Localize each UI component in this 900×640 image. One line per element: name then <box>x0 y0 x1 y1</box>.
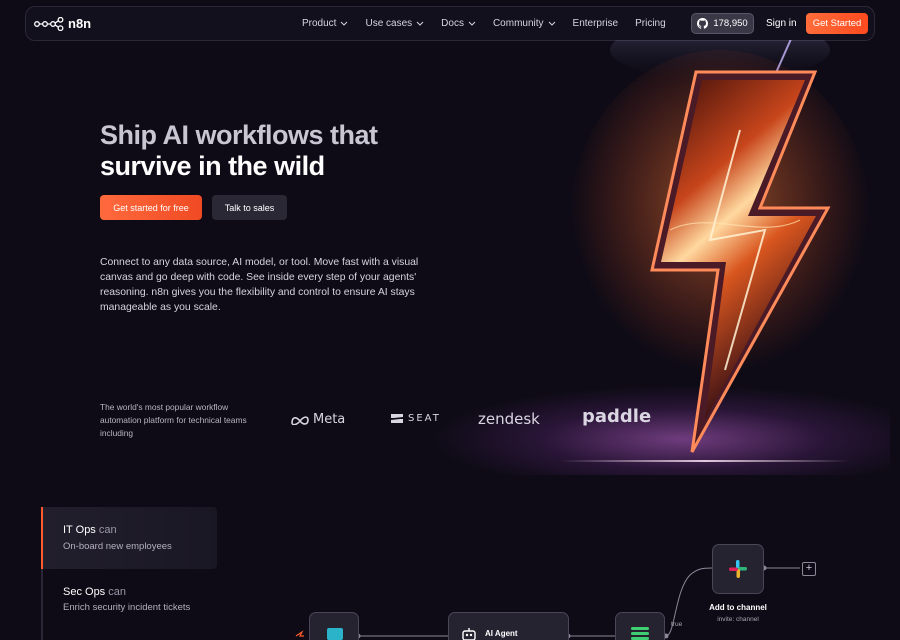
github-icon <box>697 18 709 29</box>
ai-agent-node-label: AI Agent <box>485 629 518 638</box>
add-to-channel-node[interactable] <box>712 544 764 594</box>
menu-item-label: Community <box>492 18 544 29</box>
main-menu: Product Use cases Docs Community Enterpr… <box>302 7 683 40</box>
paddle-logo: paddle <box>582 406 652 427</box>
chevron-down-icon <box>468 21 476 26</box>
sign-in-link[interactable]: Sign in <box>766 18 797 29</box>
slack-icon <box>729 560 747 578</box>
meta-logo: Meta <box>290 412 345 427</box>
menu-item-use-cases[interactable]: Use cases <box>365 18 424 29</box>
chevron-down-icon <box>341 21 348 26</box>
tab-it-ops-title[interactable]: IT Ops can <box>63 524 117 536</box>
robot-icon <box>462 628 476 640</box>
hero-title-line-1: Ship AI workflows that <box>100 120 378 150</box>
menu-item-pricing[interactable]: Pricing <box>635 18 666 29</box>
tab-it-ops-task[interactable]: On-board new employees <box>63 541 172 552</box>
menu-item-label: Docs <box>441 18 464 29</box>
chevron-down-icon <box>548 21 555 26</box>
logo-text: n8n <box>68 16 92 31</box>
stack-icon <box>631 627 649 640</box>
seat-logo: SEAT <box>390 413 441 424</box>
menu-item-label: Enterprise <box>572 18 619 29</box>
tab-rail <box>41 569 43 640</box>
zendesk-logo: zendesk <box>478 410 540 428</box>
hero-description: Connect to any data source, AI model, or… <box>100 257 419 313</box>
slack-branch-node[interactable] <box>615 612 665 640</box>
add-to-channel-sublabel: invite: channel <box>717 616 759 623</box>
tab-can-label: can <box>108 586 126 598</box>
add-to-channel-label: Add to channel <box>709 603 767 612</box>
logo[interactable]: n8n <box>34 16 91 31</box>
menu-item-label: Product <box>302 18 337 29</box>
github-stars-button[interactable]: 178,950 <box>691 13 754 34</box>
tab-team-label: IT Ops <box>63 524 96 536</box>
hero-title-line-2: survive in the wild <box>100 151 325 181</box>
menu-item-docs[interactable]: Docs <box>441 18 476 29</box>
top-nav: n8n Product Use cases Docs Community Ent… <box>25 6 875 41</box>
trigger-node-icon <box>327 628 343 640</box>
trust-statement: The world's most popular workflow automa… <box>100 402 247 438</box>
hero-title: Ship AI workflows that survive in the wi… <box>100 120 460 182</box>
add-node-plus-icon[interactable]: + <box>802 562 816 576</box>
talk-to-sales-button[interactable]: Talk to sales <box>212 195 287 220</box>
menu-item-label: Pricing <box>635 18 666 29</box>
meta-logo-text: Meta <box>313 412 346 427</box>
get-started-button[interactable]: Get Started <box>806 13 868 34</box>
ai-agent-node[interactable]: AI Agent <box>448 612 569 640</box>
tab-sec-ops-title[interactable]: Sec Ops can <box>63 586 126 598</box>
tab-it-ops[interactable] <box>41 507 217 569</box>
get-started-free-button[interactable]: Get started for free <box>100 195 202 220</box>
seat-logo-text: SEAT <box>408 413 441 424</box>
tab-team-label: Sec Ops <box>63 586 106 598</box>
chevron-down-icon <box>416 21 424 26</box>
workflow-trigger-node[interactable] <box>309 612 359 640</box>
menu-item-enterprise[interactable]: Enterprise <box>573 18 619 29</box>
n8n-logo-icon <box>34 16 64 31</box>
branch-true-label: true <box>671 621 683 628</box>
github-star-count: 178,950 <box>713 18 748 29</box>
meta-infinity-icon <box>291 415 309 425</box>
seat-s-icon <box>391 414 403 423</box>
menu-item-product[interactable]: Product <box>302 18 348 29</box>
menu-item-community[interactable]: Community <box>493 18 556 29</box>
tab-sec-ops-task[interactable]: Enrich security incident tickets <box>63 602 190 613</box>
menu-item-label: Use cases <box>365 18 413 29</box>
tab-can-label: can <box>98 524 117 536</box>
